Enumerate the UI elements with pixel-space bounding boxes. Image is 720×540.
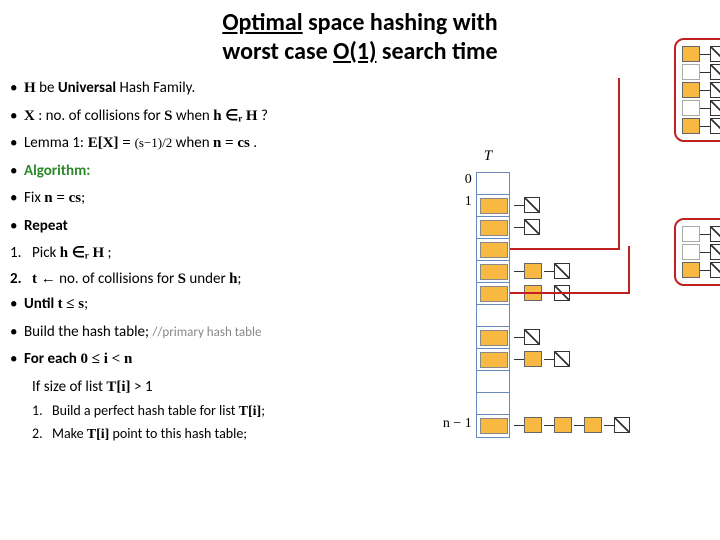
slide-body: •H be Universal Hash Family. •X : no. of… <box>0 68 720 447</box>
chain <box>514 263 570 279</box>
secondary-table-2 <box>674 218 720 286</box>
diagram-area: T 0 1 n − 1 <box>444 68 710 447</box>
table-row <box>477 349 509 371</box>
table-row <box>477 283 509 305</box>
slide-title: Optimal space hashing with worst case O(… <box>0 0 720 68</box>
table-label: T <box>484 148 492 165</box>
table-row <box>477 195 509 217</box>
table-row <box>477 327 509 349</box>
algorithm-text: •H be Universal Hash Family. •X : no. of… <box>10 68 444 447</box>
index-n-1: n − 1 <box>432 416 472 432</box>
chain <box>514 417 630 433</box>
chain <box>514 351 570 367</box>
title-underline-2: O(1) <box>333 37 376 66</box>
algorithm-header: Algorithm: <box>24 159 444 185</box>
connector-1 <box>510 248 620 250</box>
index-1: 1 <box>432 194 472 210</box>
table-row <box>477 393 509 415</box>
comment-text: //primary hash table <box>152 325 261 340</box>
title-underline-1: Optimal <box>222 8 302 37</box>
null-terminator <box>524 219 540 235</box>
primary-hash-table <box>476 172 510 438</box>
table-row <box>477 261 509 283</box>
table-row <box>477 305 509 327</box>
table-row <box>477 415 509 437</box>
chain <box>514 197 540 213</box>
null-terminator <box>614 417 630 433</box>
null-terminator <box>524 197 540 213</box>
null-terminator <box>554 351 570 367</box>
table-row <box>477 217 509 239</box>
null-terminator <box>554 263 570 279</box>
connector-2 <box>510 292 630 294</box>
secondary-table-1 <box>674 38 720 142</box>
table-row <box>477 371 509 393</box>
chain <box>514 329 540 345</box>
index-0: 0 <box>432 172 472 188</box>
chain <box>514 219 540 235</box>
table-row <box>477 239 509 261</box>
null-terminator <box>524 329 540 345</box>
table-row <box>477 173 509 195</box>
